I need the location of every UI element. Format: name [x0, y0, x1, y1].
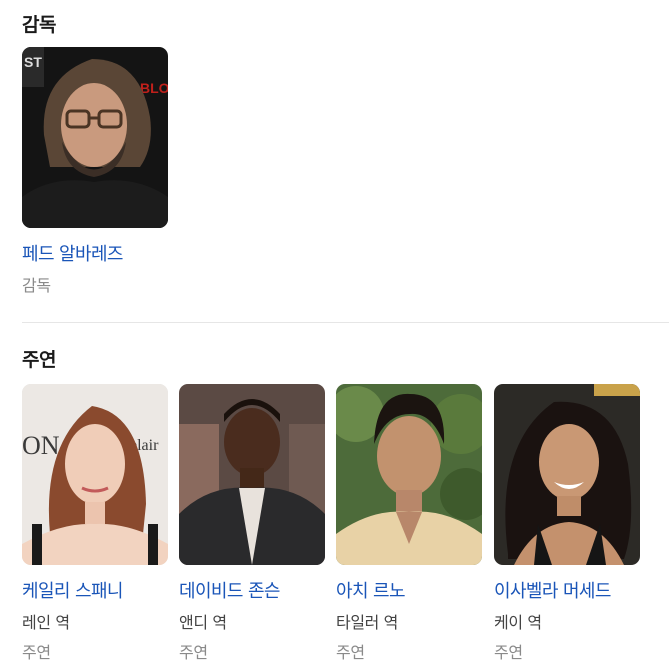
portrait-image	[179, 384, 325, 565]
person-name[interactable]: 페드 알바레즈	[22, 240, 168, 266]
person-role: 케이 역	[494, 613, 542, 632]
person-category: 감독	[22, 276, 51, 295]
person-role: 타일러 역	[336, 613, 398, 632]
portrait-image: ON elair	[22, 384, 168, 565]
person-card-director[interactable]: ST BLO 페드 알바레즈 감독	[22, 47, 168, 296]
person-category: 주연	[336, 643, 365, 662]
person-category: 주연	[22, 643, 51, 662]
portrait-image	[494, 384, 640, 565]
svg-text:ST: ST	[24, 54, 42, 70]
svg-text:BLO: BLO	[140, 80, 168, 96]
person-name[interactable]: 케일리 스패니	[22, 577, 168, 603]
person-photo[interactable]	[494, 384, 640, 565]
person-role: 레인 역	[22, 613, 70, 632]
person-name[interactable]: 아치 르노	[336, 577, 482, 603]
person-photo[interactable]	[336, 384, 482, 565]
person-photo[interactable]	[179, 384, 325, 565]
section-title-director: 감독	[22, 14, 56, 36]
person-card-cast[interactable]: 아치 르노 타일러 역 주연	[336, 384, 482, 663]
person-category: 주연	[179, 643, 208, 662]
person-card-cast[interactable]: 데이비드 존슨 앤디 역 주연	[179, 384, 325, 663]
person-photo[interactable]: ST BLO	[22, 47, 168, 228]
person-name[interactable]: 이사벨라 머세드	[494, 577, 640, 603]
person-role: 앤디 역	[179, 613, 227, 632]
portrait-image	[336, 384, 482, 565]
svg-text:ON: ON	[22, 431, 60, 460]
person-category: 주연	[494, 643, 523, 662]
person-card-cast[interactable]: ON elair 케일리 스패니 레인 역 주연	[22, 384, 168, 663]
section-divider	[22, 322, 669, 323]
portrait-image: ST BLO	[22, 47, 168, 228]
section-title-cast: 주연	[22, 349, 56, 371]
person-card-cast[interactable]: 이사벨라 머세드 케이 역 주연	[494, 384, 640, 663]
person-photo[interactable]: ON elair	[22, 384, 168, 565]
person-name[interactable]: 데이비드 존슨	[179, 577, 325, 603]
